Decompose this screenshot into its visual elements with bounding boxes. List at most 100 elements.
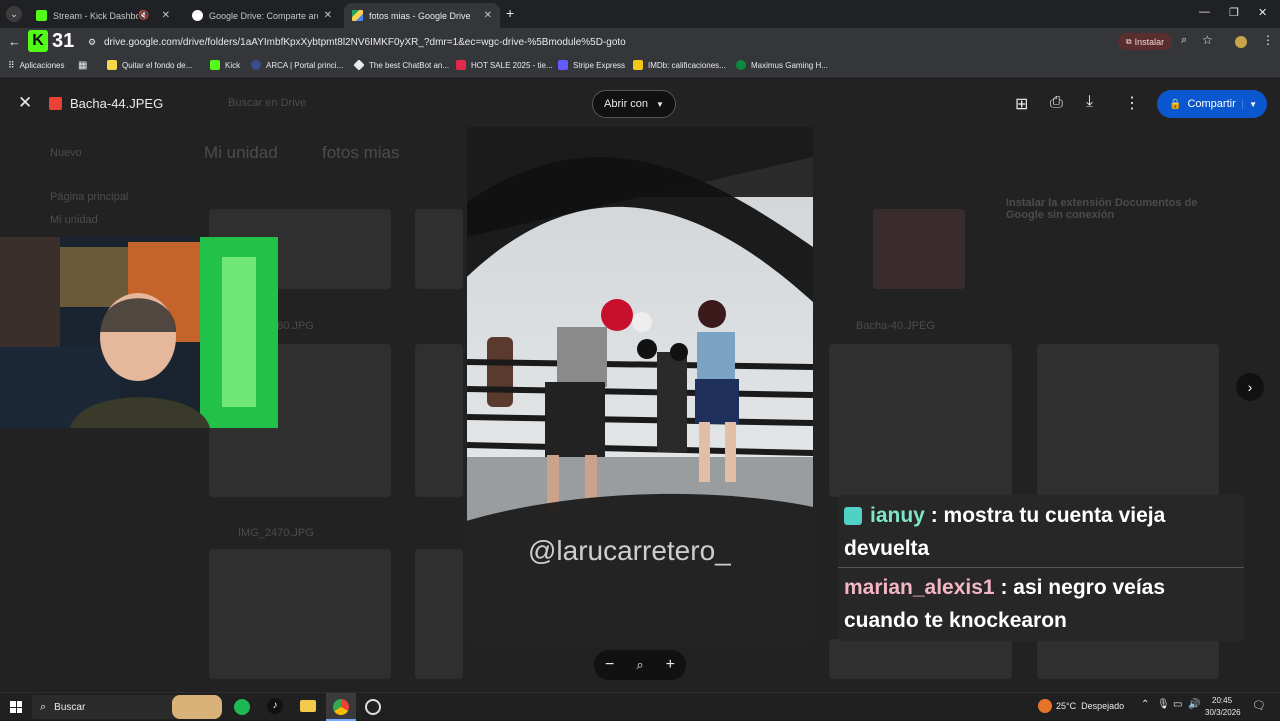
nav-my-unit: Mi unidad [50, 214, 98, 226]
bookmark-star-icon[interactable]: ☆ [1202, 33, 1213, 47]
bookmark-kick[interactable]: Kick [210, 60, 240, 70]
file-name: IMG_2470.JPG [238, 527, 314, 539]
apps-grid-icon: ⠿ [8, 60, 15, 70]
file-thumb [829, 344, 1012, 497]
webcam-feed [0, 237, 278, 428]
back-arrow-icon[interactable]: ← [8, 34, 21, 49]
chat-divider [838, 567, 1244, 568]
taskbar-search-label: Buscar [54, 701, 86, 713]
zoom-controls: − ⌕ + [594, 650, 686, 680]
tab-kick-dashboard[interactable]: Stream - Kick Dashboard 🔇 ✕ [28, 3, 178, 28]
chat-username: marian_alexis1 [844, 576, 995, 599]
obs-icon[interactable] [365, 699, 381, 715]
close-viewer-icon[interactable]: ✕ [18, 93, 32, 113]
bookmark-label: Kick [225, 60, 241, 70]
download-icon[interactable]: ⤓ [1086, 93, 1093, 111]
bookmark-label: Stripe Express [573, 60, 626, 70]
share-caret-icon[interactable]: ▼ [1242, 99, 1257, 109]
open-with-label: Abrir con [604, 98, 649, 110]
spotify-icon[interactable] [234, 699, 250, 715]
tab-title: Stream - Kick Dashboard [53, 10, 139, 21]
bookmark-chatbot[interactable]: The best ChatBot an... [353, 59, 450, 71]
tab-title: fotos mias - Google Drive [369, 10, 471, 21]
kick-counter: 31 [52, 30, 75, 52]
drive-icon [352, 10, 363, 21]
network-icon[interactable]: ▭ [1173, 699, 1182, 710]
file-explorer-icon[interactable] [300, 700, 316, 712]
install-button[interactable]: ⧉ Instalar [1118, 33, 1172, 50]
restore-icon[interactable]: ❐ [1229, 6, 1239, 19]
bookmark-label: ARCA | Portal princi... [266, 60, 344, 70]
image-preview: @larucarretero_ [467, 127, 813, 646]
search-highlight-icon [172, 695, 222, 719]
google-icon [192, 10, 203, 21]
stream-chat-overlay: ianuy : mostra tu cuenta vieja devuelta … [838, 495, 1244, 641]
remove-bg-icon [107, 60, 117, 70]
close-icon[interactable]: ✕ [484, 10, 492, 21]
notifications-icon[interactable]: 🗨 [1252, 699, 1266, 712]
weather-text[interactable]: 25°C Despejado [1056, 701, 1124, 711]
bookmark-label: Aplicaciones [19, 61, 65, 70]
tab-google-drive-share[interactable]: Google Drive: Comparte archivos ✕ [184, 3, 340, 28]
bookmark-apps[interactable]: ⠿ Aplicaciones [8, 60, 65, 71]
profile-avatar[interactable] [1235, 36, 1247, 48]
new-tab-button[interactable]: + [506, 5, 514, 21]
chat-message: ianuy : mostra tu cuenta vieja devuelta [844, 499, 1244, 565]
file-thumb [873, 209, 965, 289]
add-comment-icon[interactable]: ⊞ [1015, 94, 1028, 114]
tab-groups-icon[interactable]: ▦ [78, 60, 87, 71]
lock-icon: 🔒 [1169, 98, 1182, 110]
close-icon[interactable]: ✕ [162, 10, 170, 21]
chat-message: marian_alexis1 : asi negro veías cuando … [844, 571, 1244, 637]
bookmark-label: HOT SALE 2025 - tie... [471, 60, 553, 70]
browser-toolbar: ← K 31 ⚙ drive.google.com/drive/folders/… [0, 28, 1280, 56]
bookmark-hotsale[interactable]: HOT SALE 2025 - tie... [456, 60, 553, 70]
windows-start-icon[interactable] [10, 701, 22, 713]
volume-icon[interactable]: 🔊 [1188, 699, 1200, 710]
close-window-icon[interactable]: ✕ [1258, 6, 1267, 19]
bookmark-maximus[interactable]: Maximus Gaming H... [736, 60, 828, 70]
print-icon[interactable]: ⎙ [1050, 94, 1063, 112]
tab-fotos-mias[interactable]: fotos mias - Google Drive ✕ [344, 3, 500, 28]
search-icon: ⌕ [40, 700, 47, 713]
webcam-overlay [0, 237, 278, 428]
tiktok-icon[interactable]: ♪ [267, 698, 283, 714]
chat-badge-icon [844, 507, 862, 525]
clock-time[interactable]: 20:45 [1212, 696, 1232, 705]
minimize-icon[interactable]: — [1199, 6, 1210, 18]
caret-down-icon: ▼ [656, 99, 664, 109]
file-thumb [415, 549, 463, 679]
bookmark-arca[interactable]: ARCA | Portal princi... [251, 60, 343, 70]
address-bar[interactable]: ⚙ drive.google.com/drive/folders/1aAYImb… [84, 31, 1280, 53]
site-info-icon[interactable]: ⚙ [88, 37, 96, 48]
zoom-out-icon[interactable]: − [605, 656, 614, 674]
file-thumb [415, 344, 463, 497]
next-arrow-icon[interactable]: › [1236, 373, 1264, 401]
imdb-icon [633, 60, 643, 70]
bookmark-label: The best ChatBot an... [369, 60, 450, 70]
viewer-header: ✕ Bacha-44.JPEG Abrir con ▼ ⊞ ⎙ ⤓ ⋮ 🔒 Co… [0, 86, 1280, 122]
chrome-icon[interactable] [326, 693, 356, 721]
magnifier-icon[interactable]: ⌕ [636, 657, 643, 673]
kick-logo: K [28, 30, 48, 52]
chat-username: ianuy [870, 504, 925, 527]
bookmark-label: IMDb: calificaciones... [648, 60, 726, 70]
mic-icon[interactable]: 🎙 [1157, 699, 1170, 710]
zoom-in-icon[interactable]: + [666, 656, 675, 674]
bookmark-stripe[interactable]: Stripe Express [558, 60, 625, 70]
close-icon[interactable]: ✕ [324, 10, 332, 21]
tray-chevron-icon[interactable]: ⌃ [1141, 699, 1149, 710]
file-thumb [1037, 639, 1219, 679]
share-button[interactable]: 🔒 Compartir ▼ [1157, 90, 1267, 118]
arca-icon [251, 60, 261, 70]
bookmark-imdb[interactable]: IMDb: calificaciones... [633, 60, 726, 70]
image-file-icon [49, 97, 62, 110]
open-with-button[interactable]: Abrir con ▼ [592, 90, 676, 118]
more-options-icon[interactable]: ⋮ [1124, 93, 1140, 113]
zoom-icon[interactable]: ⌕ [1181, 34, 1187, 47]
bookmark-remove-bg[interactable]: Quitar el fondo de... [107, 60, 192, 70]
clock-date[interactable]: 30/3/2026 [1205, 708, 1241, 717]
menu-icon[interactable]: ⋮ [1262, 33, 1274, 47]
tab-search-button[interactable]: ⌄ [6, 6, 22, 22]
mute-icon[interactable]: 🔇 [138, 10, 149, 21]
